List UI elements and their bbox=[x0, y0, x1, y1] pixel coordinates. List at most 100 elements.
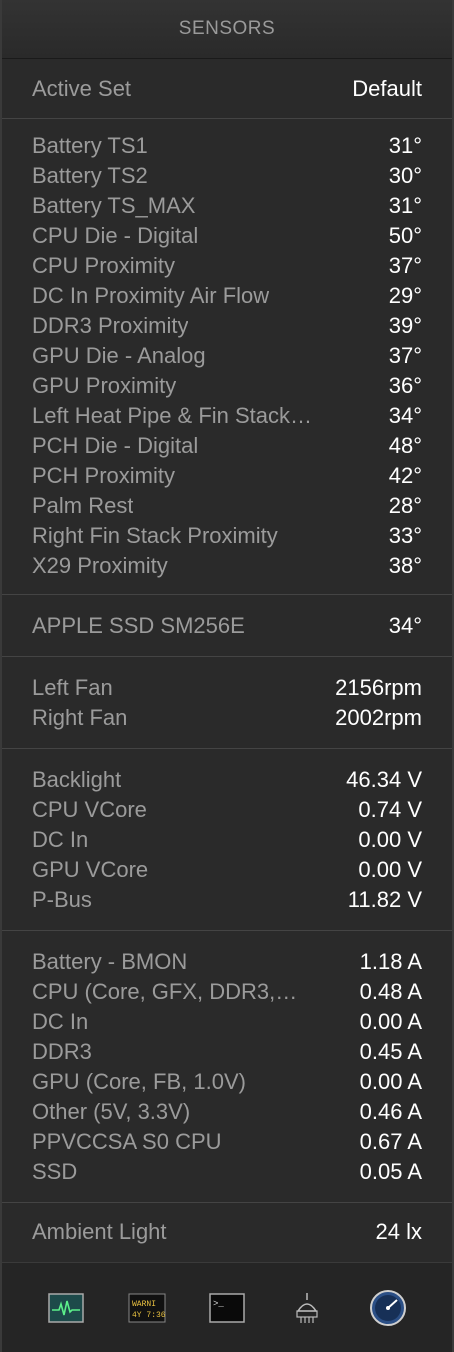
dashboard-gauge-icon bbox=[369, 1289, 406, 1326]
light-section: Ambient Light 24 lx bbox=[2, 1203, 452, 1261]
activity-monitor-button[interactable] bbox=[47, 1289, 85, 1327]
temperature-sensor-label: Left Heat Pipe & Fin Stack… bbox=[32, 403, 313, 428]
disk-sensor-row[interactable]: APPLE SSD SM256E 34° bbox=[32, 611, 422, 641]
active-set-row[interactable]: Active Set Default bbox=[32, 74, 422, 104]
fan-section: Left Fan 2156rpm Right Fan 2002rpm bbox=[2, 657, 452, 749]
fan-sensor-row[interactable]: Right Fan 2002rpm bbox=[32, 703, 422, 733]
temperature-sensor-value: 31° bbox=[388, 133, 422, 158]
temperature-sensor-row[interactable]: Battery TS1 31° bbox=[32, 131, 422, 161]
temperature-sensor-row[interactable]: GPU Die - Analog 37° bbox=[32, 341, 422, 371]
temperature-sensor-value: 37° bbox=[388, 343, 422, 368]
disk-sensor-label: APPLE SSD SM256E bbox=[32, 613, 245, 638]
active-set-label: Active Set bbox=[32, 76, 132, 101]
voltage-sensor-row[interactable]: Backlight 46.34 V bbox=[32, 765, 422, 795]
temperature-sensor-label: Battery TS_MAX bbox=[32, 193, 196, 218]
voltage-sensor-row[interactable]: CPU VCore 0.74 V bbox=[32, 795, 422, 825]
temperature-sensor-row[interactable]: Battery TS2 30° bbox=[32, 161, 422, 191]
light-sensor-label: Ambient Light bbox=[32, 1219, 167, 1244]
panel-title: SENSORS bbox=[178, 18, 276, 39]
current-sensor-value: 0.48 A bbox=[359, 979, 422, 1004]
temperature-sensor-row[interactable]: PCH Proximity 42° bbox=[32, 461, 422, 491]
activity-monitor-icon bbox=[48, 1292, 84, 1323]
current-sensor-row[interactable]: Other (5V, 3.3V) 0.46 A bbox=[32, 1097, 422, 1127]
voltage-sensor-row[interactable]: DC In 0.00 V bbox=[32, 825, 422, 855]
console-icon: WARNI 4Y 7:36 bbox=[128, 1293, 166, 1322]
current-sensor-row[interactable]: PPVCCSA S0 CPU 0.67 A bbox=[32, 1127, 422, 1157]
temperature-sensor-value: 50° bbox=[388, 223, 422, 248]
fan-sensor-label: Left Fan bbox=[32, 675, 113, 700]
current-sensor-row[interactable]: GPU (Core, FB, 1.0V) 0.00 A bbox=[32, 1067, 422, 1097]
temperature-sensor-label: PCH Proximity bbox=[32, 463, 176, 488]
temperature-sensor-label: PCH Die - Digital bbox=[32, 433, 199, 458]
current-sensor-label: Battery - BMON bbox=[32, 949, 188, 974]
temperature-sensor-label: DC In Proximity Air Flow bbox=[32, 283, 270, 308]
disk-section: APPLE SSD SM256E 34° bbox=[2, 595, 452, 657]
temperature-sensor-label: GPU Die - Analog bbox=[32, 343, 206, 368]
current-sensor-row[interactable]: SSD 0.05 A bbox=[32, 1157, 422, 1187]
temperature-sensor-label: Battery TS2 bbox=[32, 163, 148, 188]
temperature-sensor-row[interactable]: PCH Die - Digital 48° bbox=[32, 431, 422, 461]
voltage-section: Backlight 46.34 V CPU VCore 0.74 V DC In 0.00… bbox=[2, 749, 452, 931]
voltage-sensor-value: 0.00 V bbox=[358, 827, 422, 852]
temperature-sensor-label: X29 Proximity bbox=[32, 553, 168, 578]
temperature-sensor-row[interactable]: GPU Proximity 36° bbox=[32, 371, 422, 401]
active-set-value[interactable]: Default bbox=[352, 76, 422, 102]
temperature-sensor-row[interactable]: CPU Proximity 37° bbox=[32, 251, 422, 281]
current-sensor-value: 0.46 A bbox=[359, 1099, 422, 1124]
current-sensor-label: Other (5V, 3.3V) bbox=[32, 1099, 191, 1124]
temperature-sensor-label: DDR3 Proximity bbox=[32, 313, 189, 338]
active-set-section: Active Set Default bbox=[2, 59, 452, 119]
temperature-sensor-value: 28° bbox=[388, 493, 422, 518]
temperature-sensor-label: CPU Proximity bbox=[32, 253, 176, 278]
temperature-sensor-row[interactable]: Palm Rest 28° bbox=[32, 491, 422, 521]
voltage-sensor-row[interactable]: P-Bus 11.82 V bbox=[32, 885, 422, 915]
system-info-button[interactable] bbox=[288, 1289, 326, 1327]
temperature-sensor-row[interactable]: DDR3 Proximity 39° bbox=[32, 311, 422, 341]
terminal-button[interactable]: >_ bbox=[208, 1289, 246, 1327]
light-sensor-value: 24 lx bbox=[375, 1219, 422, 1244]
light-sensor-row[interactable]: Ambient Light 24 lx bbox=[32, 1217, 422, 1247]
temperature-sensor-value: 37° bbox=[388, 253, 422, 278]
voltage-sensor-label: GPU VCore bbox=[32, 857, 149, 882]
temperature-sensor-value: 42° bbox=[388, 463, 422, 488]
console-button[interactable]: WARNI 4Y 7:36 bbox=[128, 1289, 166, 1327]
current-section: Battery - BMON 1.18 A CPU (Core, GFX, DDR3… bbox=[2, 931, 452, 1203]
temperature-sensor-row[interactable]: Left Heat Pipe & Fin Stack… 34° bbox=[32, 401, 422, 431]
fan-sensor-row[interactable]: Left Fan 2156rpm bbox=[32, 673, 422, 703]
current-sensor-value: 0.67 A bbox=[359, 1129, 422, 1154]
current-sensor-row[interactable]: DC In 0.00 A bbox=[32, 1007, 422, 1037]
temperature-sensor-label: CPU Die - Digital bbox=[32, 223, 199, 248]
temperature-sensor-value: 33° bbox=[388, 523, 422, 548]
current-sensor-row[interactable]: CPU (Core, GFX, DDR3,… 0.48 A bbox=[32, 977, 422, 1007]
console-icon-text-2: 4Y 7:36 bbox=[132, 1311, 166, 1320]
sensors-panel: SENSORS Active Set Default Battery TS1 31… bbox=[0, 0, 454, 1352]
title-bar: SENSORS bbox=[2, 0, 452, 59]
temperature-sensor-row[interactable]: CPU Die - Digital 50° bbox=[32, 221, 422, 251]
temperature-sensor-row[interactable]: Right Fin Stack Proximity 33° bbox=[32, 521, 422, 551]
temperature-sensor-label: Battery TS1 bbox=[32, 133, 148, 158]
fan-sensor-value: 2002rpm bbox=[335, 705, 422, 730]
console-icon-text-1: WARNI bbox=[132, 1300, 156, 1309]
temperature-sensor-row[interactable]: Battery TS_MAX 31° bbox=[32, 191, 422, 221]
temperature-sensor-value: 48° bbox=[388, 433, 422, 458]
current-sensor-value: 1.18 A bbox=[359, 949, 422, 974]
voltage-sensor-label: DC In bbox=[32, 827, 89, 852]
current-sensor-label: DC In bbox=[32, 1009, 89, 1034]
temperature-sensor-value: 39° bbox=[388, 313, 422, 338]
usb-plug-icon bbox=[296, 1292, 318, 1323]
terminal-prompt: >_ bbox=[213, 1299, 224, 1309]
temperature-sensor-value: 30° bbox=[388, 163, 422, 188]
temperature-sensor-label: Right Fin Stack Proximity bbox=[32, 523, 278, 548]
voltage-sensor-row[interactable]: GPU VCore 0.00 V bbox=[32, 855, 422, 885]
current-sensor-row[interactable]: Battery - BMON 1.18 A bbox=[32, 947, 422, 977]
current-sensor-label: GPU (Core, FB, 1.0V) bbox=[32, 1069, 246, 1094]
temperature-section: Battery TS1 31° Battery TS2 30° Battery TS_M… bbox=[2, 119, 452, 595]
terminal-icon: >_ bbox=[209, 1292, 245, 1323]
current-sensor-label: DDR3 bbox=[32, 1039, 92, 1064]
current-sensor-value: 0.05 A bbox=[359, 1159, 422, 1184]
temperature-sensor-value: 38° bbox=[388, 553, 422, 578]
current-sensor-row[interactable]: DDR3 0.45 A bbox=[32, 1037, 422, 1067]
temperature-sensor-row[interactable]: DC In Proximity Air Flow 29° bbox=[32, 281, 422, 311]
disk-utility-button[interactable] bbox=[369, 1289, 407, 1327]
temperature-sensor-row[interactable]: X29 Proximity 38° bbox=[32, 551, 422, 581]
